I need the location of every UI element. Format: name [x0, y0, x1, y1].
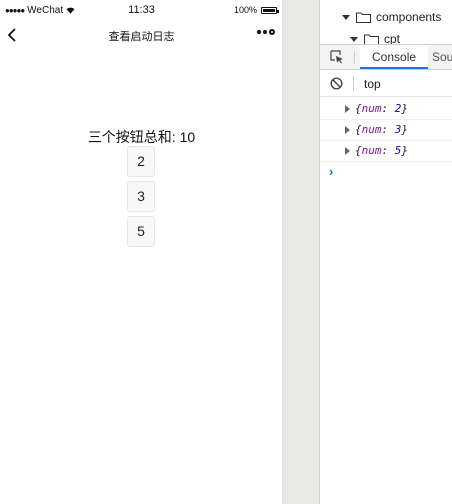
log-key: num — [361, 102, 382, 115]
log-value: 2 — [394, 102, 402, 115]
expand-arrow-icon[interactable] — [345, 147, 350, 155]
page-content: 三个按钮总和: 10 2 3 5 — [0, 48, 283, 504]
expand-arrow-icon[interactable] — [345, 105, 350, 113]
console-log-row[interactable]: {num: 3} — [320, 120, 452, 141]
tab-sources[interactable]: Sou — [432, 45, 452, 69]
sum-text: 三个按钮总和: 10 — [0, 127, 283, 147]
inspect-element-icon[interactable] — [330, 50, 344, 64]
more-options-icon[interactable] — [257, 29, 275, 35]
number-button-3[interactable]: 5 — [127, 216, 155, 247]
folder-open-icon — [356, 12, 371, 23]
console-toolbar: top — [320, 70, 452, 97]
log-value: 3 — [394, 123, 402, 136]
console-prompt[interactable]: › — [329, 164, 333, 179]
log-key: num — [361, 123, 382, 136]
sum-value: 10 — [179, 129, 196, 145]
panel-divider[interactable] — [283, 0, 320, 504]
tab-console[interactable]: Console — [360, 45, 429, 69]
expand-arrow-icon[interactable] — [345, 126, 350, 134]
status-bar: ●●●●● WeChat 11:33 100% — [0, 0, 283, 22]
tree-item-components[interactable]: components — [342, 7, 441, 27]
devtools-tab-bar: Console Sou — [320, 44, 452, 70]
toolbar-separator — [353, 76, 354, 91]
sum-label: 三个按钮总和: — [87, 129, 176, 145]
clear-console-icon[interactable] — [330, 77, 343, 90]
log-value: 5 — [394, 144, 402, 157]
devtools-panel: components cpt Console Sou top {num: 2} — [320, 0, 452, 504]
navigation-bar: 查看启动日志 — [0, 22, 283, 48]
expand-arrow-icon[interactable] — [342, 14, 350, 20]
file-tree: components cpt — [320, 0, 452, 46]
page-title: 查看启动日志 — [108, 31, 175, 43]
status-right: 100% — [233, 5, 279, 15]
tree-item-label: components — [376, 10, 442, 24]
console-log-row[interactable]: {num: 5} — [320, 141, 452, 162]
log-key: num — [361, 144, 382, 157]
context-selector[interactable]: top — [364, 77, 381, 91]
number-button-1[interactable]: 2 — [127, 146, 155, 177]
tab-separator — [354, 51, 355, 64]
number-button-2[interactable]: 3 — [127, 181, 155, 212]
folder-open-icon — [364, 34, 379, 45]
battery-icon — [261, 6, 279, 14]
battery-percent: 100% — [233, 5, 257, 15]
phone-simulator: ●●●●● WeChat 11:33 100% 查看启动日志 三个按钮总和: 1… — [0, 0, 283, 504]
console-log-row[interactable]: {num: 2} — [320, 99, 452, 120]
expand-arrow-icon[interactable] — [350, 36, 358, 42]
